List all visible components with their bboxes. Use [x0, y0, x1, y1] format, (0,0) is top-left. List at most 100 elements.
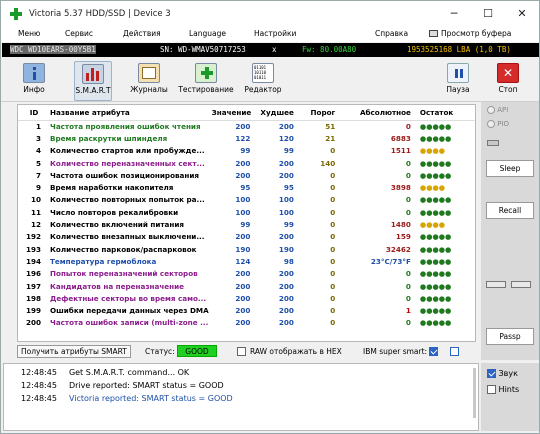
menu-settings[interactable]: Настройки [254, 29, 296, 38]
get-smart-button[interactable]: Получить атрибуты SMART [17, 345, 131, 358]
table-row[interactable]: 199 Ошибки передачи данных через DMA 200 20… [18, 304, 475, 316]
tab-editor[interactable]: 01101 10110 01011 Редактор [241, 61, 285, 101]
stop-label: Стоп [498, 85, 518, 94]
recall-button[interactable]: Recall [486, 202, 534, 219]
attr-rest: ●●●●● [419, 281, 452, 291]
attr-worst: 200 [278, 306, 294, 316]
table-row[interactable]: 5 Количество переназначенных сект... 200 20… [18, 157, 475, 169]
table-row[interactable]: 7 Частота ошибок позиционирования 200 200 0 0… [18, 169, 475, 181]
menu-language[interactable]: Language [189, 29, 226, 38]
tab-smart-label: S.M.A.R.T [75, 86, 111, 95]
attr-id: 3 [36, 133, 42, 143]
drive-model[interactable]: WDC WD10EARS-00Y5B1 [10, 45, 96, 54]
attr-value: 99 [240, 220, 251, 230]
table-row[interactable]: 10 Количество повторных попыток ра... 100 1… [18, 194, 475, 206]
attr-threshold: 0 [330, 318, 336, 328]
menu-help[interactable]: Справка [375, 29, 408, 38]
passp-button[interactable]: Passp [486, 328, 534, 345]
table-row[interactable]: 193 Количество парковок/распарковок 190 190… [18, 243, 475, 255]
tab-logs[interactable]: Журналы [127, 61, 171, 101]
side-slider-right[interactable] [511, 281, 531, 288]
tab-info[interactable]: Инфо [15, 61, 53, 101]
attr-threshold: 140 [320, 158, 336, 168]
log-row: 12:48:45 Drive reported: SMART status = G… [21, 381, 224, 390]
table-row[interactable]: 192 Количество внезапных выключени... 200 2… [18, 231, 475, 243]
api-radio[interactable]: API [487, 106, 508, 114]
attr-rest: ●●●● [419, 220, 446, 230]
ibm-super-smart-checkbox[interactable] [429, 346, 438, 356]
logs-icon [138, 63, 160, 83]
attr-threshold: 0 [330, 207, 336, 217]
table-row[interactable]: 1 Частота проявления ошибок чтения 200 200 5… [18, 120, 475, 132]
menu-service[interactable]: Сервис [65, 29, 93, 38]
attr-name: Попыток переназначений секторов [50, 269, 198, 279]
attr-raw: 1480 [390, 220, 411, 230]
pause-icon [447, 63, 469, 83]
attr-rest: ●●●●● [419, 133, 452, 143]
table-row[interactable]: 194 Температура гермоблока 124 98 0 23°C/73°F… [18, 255, 475, 267]
attr-raw: 23°C/73°F [370, 256, 411, 266]
col-threshold[interactable]: Порог [299, 105, 342, 121]
table-row[interactable]: 11 Число повторов рекалибровки 100 100 0 0 ●●●… [18, 206, 475, 218]
raw-hex-checkbox[interactable] [237, 346, 246, 356]
side-indicator [487, 140, 499, 146]
col-worst[interactable]: Худшее [256, 105, 300, 121]
table-row[interactable]: 9 Время наработки накопителя 95 95 0 3898 ●●●● [18, 181, 475, 193]
extra-square-checkbox[interactable] [450, 346, 459, 356]
buffer-view-button[interactable]: Просмотр буфера [429, 29, 511, 38]
attr-id: 11 [31, 207, 42, 217]
close-window-button[interactable]: ✕ [505, 1, 539, 26]
side-slider-left[interactable] [486, 281, 506, 288]
attr-threshold: 0 [330, 269, 336, 279]
pio-radio[interactable]: PIO [487, 120, 509, 128]
stop-button[interactable]: ✕ Стоп [491, 61, 525, 101]
attr-worst: 200 [278, 281, 294, 291]
col-id[interactable]: ID [18, 105, 48, 121]
maximize-button[interactable]: ☐ [471, 1, 505, 26]
menu-actions[interactable]: Действия [123, 29, 161, 38]
menu-main[interactable]: Меню [18, 29, 40, 38]
table-row[interactable]: 4 Количество стартов или пробужде... 99 99 0… [18, 145, 475, 157]
tab-logs-label: Журналы [130, 85, 168, 94]
table-row[interactable]: 12 Количество включений питания 99 99 0 1480 ●… [18, 218, 475, 230]
pause-button[interactable]: Пауза [441, 61, 475, 101]
attr-name: Дефектные секторы во время само... [50, 293, 207, 303]
attr-raw: 0 [405, 158, 411, 168]
sound-checkbox[interactable]: Звук [487, 369, 518, 378]
attr-rest: ●●●●● [419, 170, 452, 180]
tab-smart[interactable]: S.M.A.R.T [74, 61, 112, 101]
col-name[interactable]: Название атрибута [47, 105, 209, 121]
attr-rest: ●●●● [419, 183, 446, 193]
attr-id: 10 [31, 195, 42, 205]
attr-raw: 1511 [390, 146, 411, 156]
attr-id: 12 [31, 220, 42, 230]
log-scrollbar[interactable] [473, 368, 476, 418]
attr-worst: 98 [283, 256, 294, 266]
attr-threshold: 0 [330, 183, 336, 193]
attr-id: 4 [36, 146, 42, 156]
col-value[interactable]: Значение [208, 105, 257, 121]
table-row[interactable]: 198 Дефектные секторы во время само... 200… [18, 292, 475, 304]
attr-threshold: 0 [330, 170, 336, 180]
col-rest[interactable]: Остаток [416, 105, 475, 121]
attr-rest: ●●●●● [419, 256, 452, 266]
attr-threshold: 0 [330, 281, 336, 291]
attr-raw: 0 [405, 195, 411, 205]
table-row[interactable]: 200 Частота ошибок записи (multi-zone ...… [18, 317, 475, 329]
table-row[interactable]: 3 Время раскрутки шпинделя 122 120 21 6883 ●●●… [18, 132, 475, 144]
tab-testing[interactable]: Тестирование [178, 61, 234, 101]
attr-name: Количество стартов или пробужде... [50, 146, 205, 156]
sleep-button[interactable]: Sleep [486, 160, 534, 177]
attr-worst: 100 [278, 207, 294, 217]
table-row[interactable]: 197 Кандидатов на переназначение 200 200 0 0 ●… [18, 280, 475, 292]
drive-close-icon[interactable]: x [272, 45, 277, 54]
minimize-button[interactable]: ─ [437, 1, 471, 26]
attr-value: 200 [235, 121, 251, 131]
log-text-0: Get S.M.A.R.T. command... OK [68, 368, 190, 377]
attr-worst: 200 [278, 318, 294, 328]
attr-rest: ●●●●● [419, 306, 452, 316]
attr-id: 197 [26, 281, 42, 291]
table-row[interactable]: 196 Попыток переназначений секторов 200 200… [18, 268, 475, 280]
col-raw[interactable]: Абсолютное [341, 105, 417, 121]
hints-checkbox[interactable]: Hints [487, 385, 519, 394]
